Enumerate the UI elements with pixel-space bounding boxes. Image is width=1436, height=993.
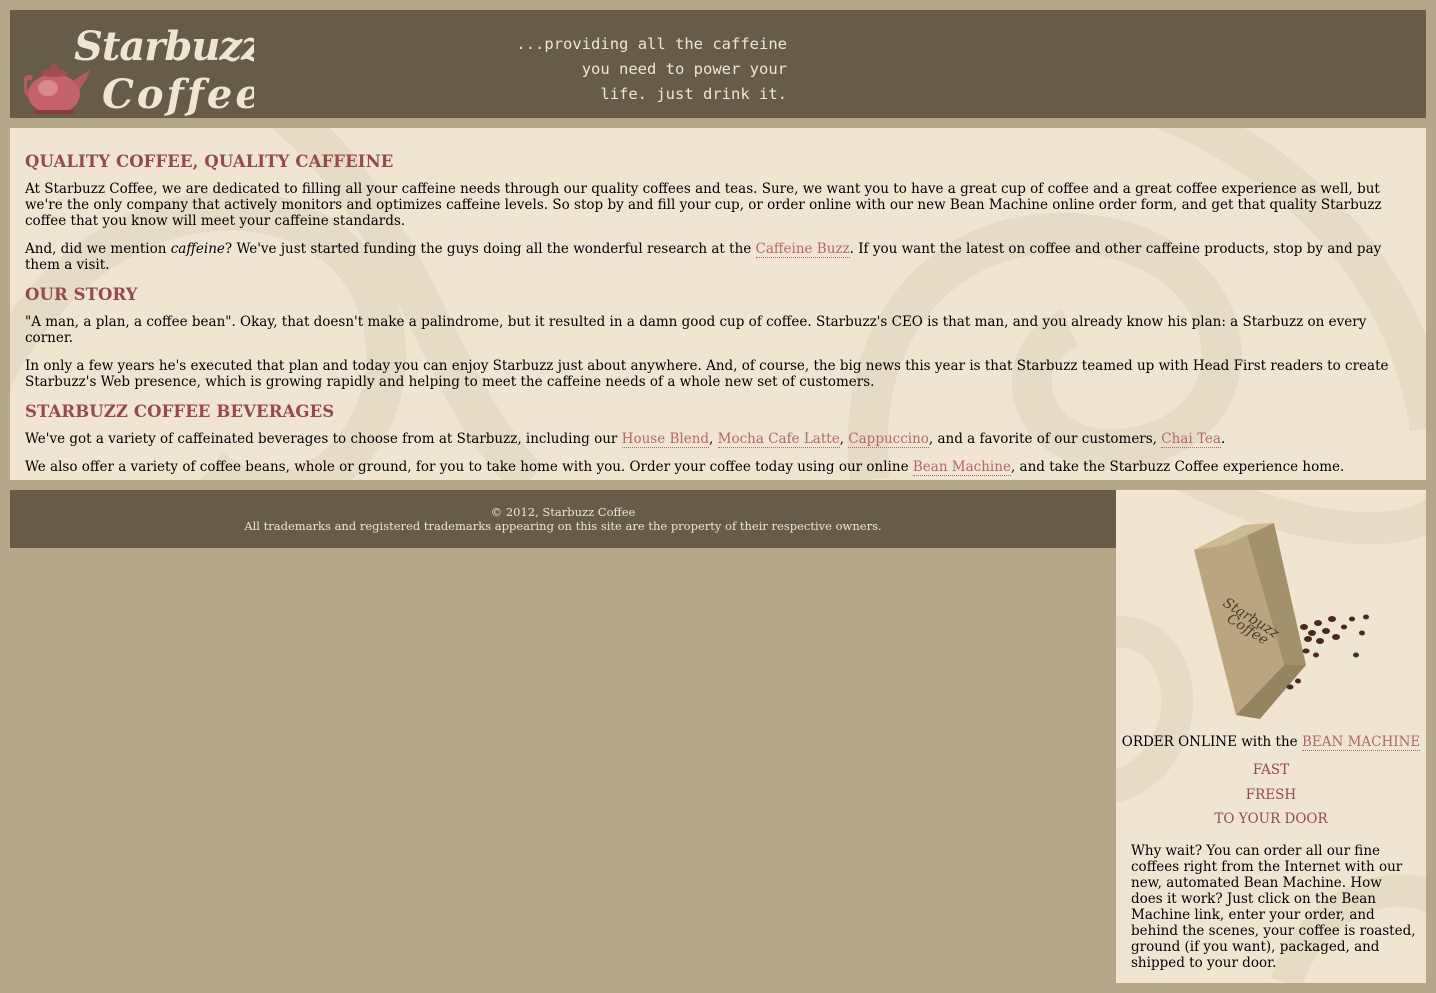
site-header: Starbuzz Coffee ...providing all the caf… — [10, 10, 1426, 118]
paragraph: We've got a variety of caffeinated bever… — [25, 431, 1226, 448]
starbuzz-logo[interactable]: Starbuzz Coffee — [24, 16, 254, 116]
logo-text-coffee: Coffee — [102, 71, 254, 116]
bean-machine-link[interactable]: Bean Machine — [912, 459, 1011, 476]
tagline: ...providing all the caffeine you need t… — [490, 32, 787, 107]
main-content-panel: QUALITY COFFEE, QUALITY CAFFEINE At Star… — [10, 128, 1426, 480]
paragraph: We also offer a variety of coffee beans,… — [25, 459, 1345, 476]
logo-text-starbuzz: Starbuzz — [74, 23, 254, 70]
paragraph: In only a few years he's executed that p… — [25, 358, 1389, 390]
teapot-icon — [24, 64, 90, 114]
main-article: QUALITY COFFEE, QUALITY CAFFEINE At Star… — [25, 152, 1410, 480]
section-heading-quality: QUALITY COFFEE, QUALITY CAFFEINE — [25, 152, 394, 171]
trademark-text: All trademarks and registered trademarks… — [244, 519, 882, 533]
cappuccino-link[interactable]: Cappuccino — [848, 431, 929, 448]
tag-fresh: FRESH — [1245, 786, 1297, 803]
paragraph: And, did we mention caffeine? We've just… — [25, 241, 1382, 273]
copyright-text: © 2012, Starbuzz Coffee — [490, 505, 636, 519]
mocha-link[interactable]: Mocha Cafe Latte — [717, 431, 840, 448]
paragraph: "A man, a plan, a coffee bean". Okay, th… — [25, 314, 1367, 346]
house-blend-link[interactable]: House Blend — [621, 431, 710, 448]
section-heading-beverages: STARBUZZ COFFEE BEVERAGES — [25, 402, 335, 421]
tag-to-your-door: TO YOUR DOOR — [1214, 811, 1328, 827]
site-footer: © 2012, Starbuzz Coffee All trademarks a… — [10, 490, 1116, 548]
paragraph: At Starbuzz Coffee, we are dedicated to … — [25, 181, 1382, 229]
tagline-line: life. just drink it. — [600, 85, 787, 103]
sidebar: Starbuzz Coffee ORDER ONLINE with the BE… — [1116, 490, 1426, 983]
bean-machine-sidebar-link[interactable]: BEAN MACHINE — [1301, 734, 1421, 751]
sidebar-description: Why wait? You can order all our fine cof… — [1131, 843, 1416, 971]
tagline-line: you need to power your — [581, 60, 787, 78]
section-heading-story: OUR STORY — [25, 285, 138, 304]
tag-fast: FAST — [1252, 762, 1290, 778]
caffeine-buzz-link[interactable]: Caffeine Buzz — [755, 241, 850, 258]
order-online-line: ORDER ONLINE with the BEAN MACHINE — [1121, 734, 1421, 751]
coffee-bag-image: Starbuzz Coffee — [1194, 523, 1369, 719]
chai-tea-link[interactable]: Chai Tea — [1161, 431, 1221, 448]
order-online-block: ORDER ONLINE with the BEAN MACHINE FAST … — [1116, 734, 1426, 832]
tagline-line: ...providing all the caffeine — [516, 35, 787, 53]
